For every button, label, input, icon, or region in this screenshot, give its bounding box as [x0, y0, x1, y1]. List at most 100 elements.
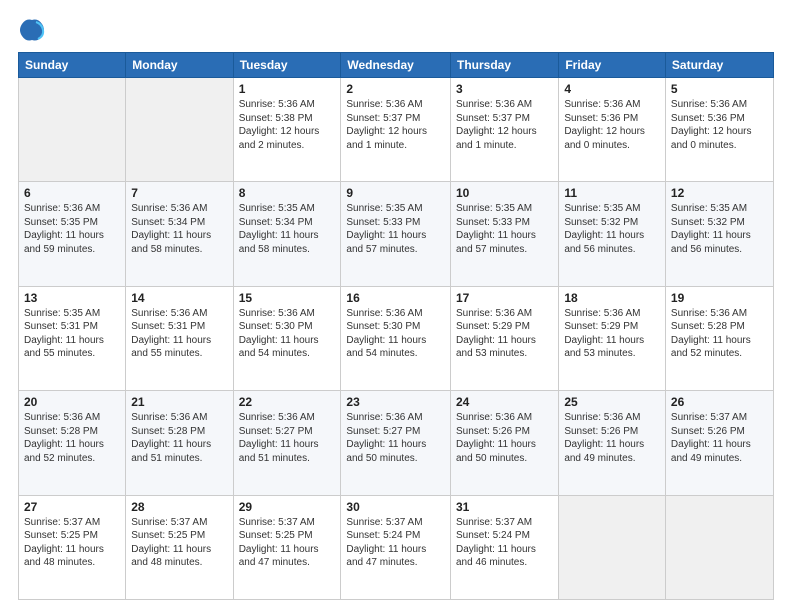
day-cell: 12 Sunrise: 5:35 AM Sunset: 5:32 PM Dayli…	[665, 182, 773, 286]
day-cell: 21 Sunrise: 5:36 AM Sunset: 5:28 PM Dayli…	[126, 391, 233, 495]
header-wednesday: Wednesday	[341, 53, 451, 78]
day-number: 7	[131, 186, 227, 200]
day-cell: 8 Sunrise: 5:35 AM Sunset: 5:34 PM Daylig…	[233, 182, 341, 286]
day-cell: 14 Sunrise: 5:36 AM Sunset: 5:31 PM Dayli…	[126, 286, 233, 390]
logo	[18, 16, 50, 44]
day-cell	[126, 78, 233, 182]
day-number: 21	[131, 395, 227, 409]
day-number: 2	[346, 82, 445, 96]
day-info: Sunrise: 5:37 AM Sunset: 5:26 PM Dayligh…	[671, 411, 768, 465]
day-number: 3	[456, 82, 553, 96]
day-info: Sunrise: 5:36 AM Sunset: 5:29 PM Dayligh…	[456, 307, 553, 361]
day-number: 9	[346, 186, 445, 200]
day-info: Sunrise: 5:36 AM Sunset: 5:31 PM Dayligh…	[131, 307, 227, 361]
header-row: SundayMondayTuesdayWednesdayThursdayFrid…	[19, 53, 774, 78]
calendar-body: 1 Sunrise: 5:36 AM Sunset: 5:38 PM Daylig…	[19, 78, 774, 600]
day-cell: 23Sunrise: 5:36 AM Sunset: 5:27 PM Dayli…	[341, 391, 451, 495]
day-info: Sunrise: 5:35 AM Sunset: 5:32 PM Dayligh…	[671, 202, 768, 256]
day-number: 14	[131, 291, 227, 305]
day-number: 13	[24, 291, 120, 305]
header-thursday: Thursday	[450, 53, 558, 78]
day-info: Sunrise: 5:36 AM Sunset: 5:30 PM Dayligh…	[346, 307, 445, 361]
header	[18, 16, 774, 44]
day-number: 29	[239, 500, 336, 514]
week-row-1: 1 Sunrise: 5:36 AM Sunset: 5:38 PM Daylig…	[19, 78, 774, 182]
day-cell	[665, 495, 773, 599]
header-tuesday: Tuesday	[233, 53, 341, 78]
day-number: 1	[239, 82, 336, 96]
day-cell: 19 Sunrise: 5:36 AM Sunset: 5:28 PM Dayli…	[665, 286, 773, 390]
day-cell: 22 Sunrise: 5:36 AM Sunset: 5:27 PM Dayli…	[233, 391, 341, 495]
day-cell: 17Sunrise: 5:36 AM Sunset: 5:29 PM Dayli…	[450, 286, 558, 390]
logo-icon	[18, 16, 46, 44]
day-cell: 25 Sunrise: 5:36 AM Sunset: 5:26 PM Dayli…	[559, 391, 666, 495]
day-number: 8	[239, 186, 336, 200]
day-info: Sunrise: 5:36 AM Sunset: 5:27 PM Dayligh…	[239, 411, 336, 465]
day-cell: 7 Sunrise: 5:36 AM Sunset: 5:34 PM Daylig…	[126, 182, 233, 286]
day-info: Sunrise: 5:36 AM Sunset: 5:38 PM Dayligh…	[239, 98, 336, 152]
day-cell: 16 Sunrise: 5:36 AM Sunset: 5:30 PM Dayli…	[341, 286, 451, 390]
header-sunday: Sunday	[19, 53, 126, 78]
day-number: 12	[671, 186, 768, 200]
day-cell	[559, 495, 666, 599]
day-number: 5	[671, 82, 768, 96]
day-number: 27	[24, 500, 120, 514]
week-row-4: 20 Sunrise: 5:36 AM Sunset: 5:28 PM Dayli…	[19, 391, 774, 495]
day-number: 18	[564, 291, 660, 305]
day-cell: 31 Sunrise: 5:37 AM Sunset: 5:24 PM Dayli…	[450, 495, 558, 599]
day-number: 26	[671, 395, 768, 409]
day-info: Sunrise: 5:36 AM Sunset: 5:27 PM Dayligh…	[346, 411, 445, 465]
day-info: Sunrise: 5:35 AM Sunset: 5:34 PM Dayligh…	[239, 202, 336, 256]
day-info: Sunrise: 5:36 AM Sunset: 5:36 PM Dayligh…	[671, 98, 768, 152]
day-cell: 6Sunrise: 5:36 AM Sunset: 5:35 PM Daylig…	[19, 182, 126, 286]
day-info: Sunrise: 5:35 AM Sunset: 5:31 PM Dayligh…	[24, 307, 120, 361]
day-info: Sunrise: 5:35 AM Sunset: 5:32 PM Dayligh…	[564, 202, 660, 256]
day-number: 28	[131, 500, 227, 514]
header-saturday: Saturday	[665, 53, 773, 78]
day-info: Sunrise: 5:36 AM Sunset: 5:28 PM Dayligh…	[24, 411, 120, 465]
day-number: 19	[671, 291, 768, 305]
day-number: 25	[564, 395, 660, 409]
day-number: 10	[456, 186, 553, 200]
day-info: Sunrise: 5:35 AM Sunset: 5:33 PM Dayligh…	[346, 202, 445, 256]
day-number: 4	[564, 82, 660, 96]
week-row-5: 27 Sunrise: 5:37 AM Sunset: 5:25 PM Dayli…	[19, 495, 774, 599]
week-row-2: 6Sunrise: 5:36 AM Sunset: 5:35 PM Daylig…	[19, 182, 774, 286]
day-info: Sunrise: 5:36 AM Sunset: 5:30 PM Dayligh…	[239, 307, 336, 361]
day-info: Sunrise: 5:37 AM Sunset: 5:24 PM Dayligh…	[456, 516, 553, 570]
day-cell: 24 Sunrise: 5:36 AM Sunset: 5:26 PM Dayli…	[450, 391, 558, 495]
day-cell: 27 Sunrise: 5:37 AM Sunset: 5:25 PM Dayli…	[19, 495, 126, 599]
day-cell: 29Sunrise: 5:37 AM Sunset: 5:25 PM Dayli…	[233, 495, 341, 599]
day-info: Sunrise: 5:37 AM Sunset: 5:25 PM Dayligh…	[24, 516, 120, 570]
day-number: 24	[456, 395, 553, 409]
day-cell: 3Sunrise: 5:36 AM Sunset: 5:37 PM Daylig…	[450, 78, 558, 182]
day-number: 6	[24, 186, 120, 200]
day-number: 22	[239, 395, 336, 409]
day-info: Sunrise: 5:36 AM Sunset: 5:37 PM Dayligh…	[346, 98, 445, 152]
day-cell: 15 Sunrise: 5:36 AM Sunset: 5:30 PM Dayli…	[233, 286, 341, 390]
day-info: Sunrise: 5:36 AM Sunset: 5:26 PM Dayligh…	[456, 411, 553, 465]
day-info: Sunrise: 5:37 AM Sunset: 5:25 PM Dayligh…	[131, 516, 227, 570]
day-info: Sunrise: 5:37 AM Sunset: 5:24 PM Dayligh…	[346, 516, 445, 570]
header-monday: Monday	[126, 53, 233, 78]
header-friday: Friday	[559, 53, 666, 78]
day-info: Sunrise: 5:36 AM Sunset: 5:26 PM Dayligh…	[564, 411, 660, 465]
day-cell: 5 Sunrise: 5:36 AM Sunset: 5:36 PM Daylig…	[665, 78, 773, 182]
day-number: 16	[346, 291, 445, 305]
day-info: Sunrise: 5:36 AM Sunset: 5:28 PM Dayligh…	[671, 307, 768, 361]
day-cell	[19, 78, 126, 182]
day-info: Sunrise: 5:36 AM Sunset: 5:36 PM Dayligh…	[564, 98, 660, 152]
day-number: 30	[346, 500, 445, 514]
day-cell: 11 Sunrise: 5:35 AM Sunset: 5:32 PM Dayli…	[559, 182, 666, 286]
day-cell: 26 Sunrise: 5:37 AM Sunset: 5:26 PM Dayli…	[665, 391, 773, 495]
day-number: 20	[24, 395, 120, 409]
day-number: 31	[456, 500, 553, 514]
day-info: Sunrise: 5:36 AM Sunset: 5:28 PM Dayligh…	[131, 411, 227, 465]
day-number: 15	[239, 291, 336, 305]
day-number: 11	[564, 186, 660, 200]
day-cell: 30 Sunrise: 5:37 AM Sunset: 5:24 PM Dayli…	[341, 495, 451, 599]
day-cell: 4 Sunrise: 5:36 AM Sunset: 5:36 PM Daylig…	[559, 78, 666, 182]
day-info: Sunrise: 5:36 AM Sunset: 5:34 PM Dayligh…	[131, 202, 227, 256]
day-cell: 10Sunrise: 5:35 AM Sunset: 5:33 PM Dayli…	[450, 182, 558, 286]
week-row-3: 13 Sunrise: 5:35 AM Sunset: 5:31 PM Dayli…	[19, 286, 774, 390]
